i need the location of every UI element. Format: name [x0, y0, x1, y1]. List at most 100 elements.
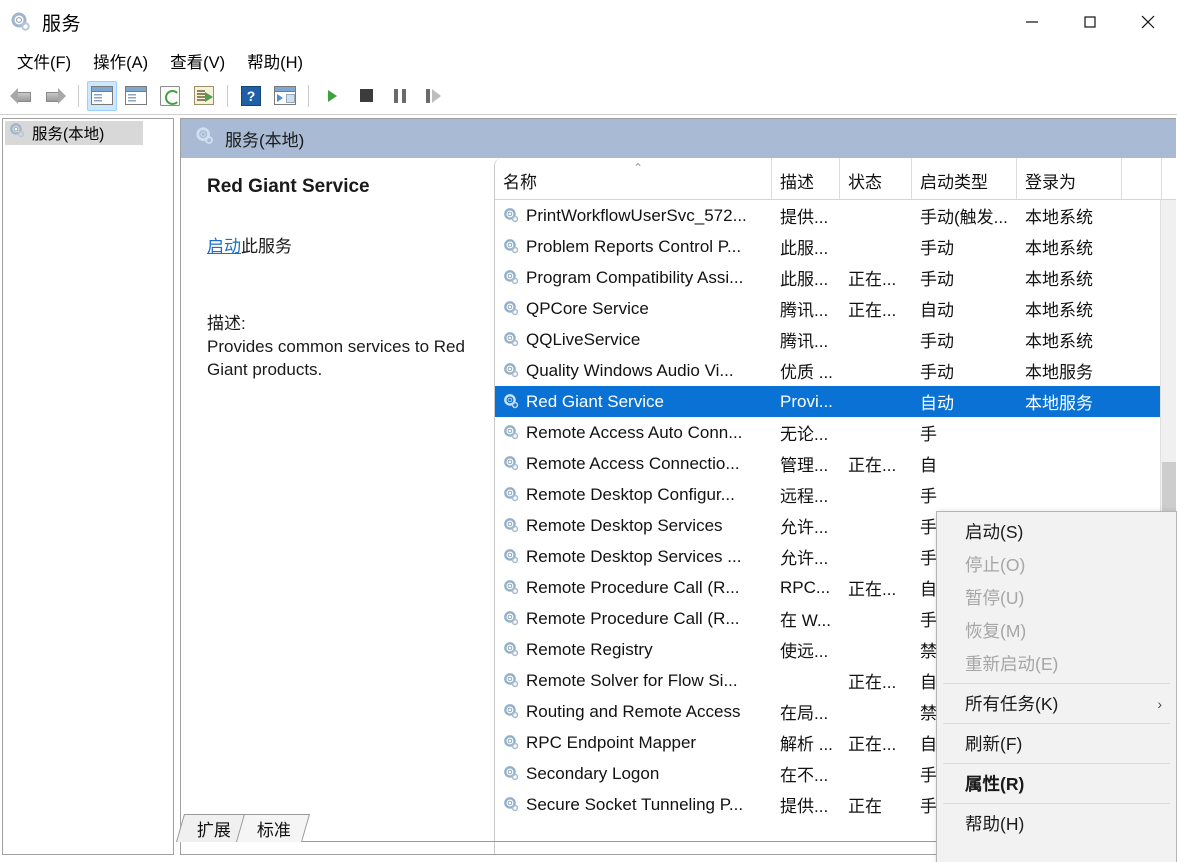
tab-standard[interactable]: 标准 — [235, 814, 311, 842]
ctx-all-tasks[interactable]: 所有任务(K) › — [937, 687, 1176, 720]
pause-icon — [394, 88, 406, 103]
detail-description-text: Provides common services to Red Giant pr… — [207, 337, 465, 379]
table-row[interactable]: Remote Access Connectio... 管理... 正在... 自 — [495, 448, 1176, 479]
ctx-refresh[interactable]: 刷新(F) — [937, 727, 1176, 760]
service-name-text: Remote Desktop Services ... — [526, 546, 742, 566]
restart-service-button[interactable] — [419, 81, 449, 111]
table-row[interactable]: Problem Reports Control P... 此服... 手动 本地… — [495, 231, 1176, 262]
service-gear-icon — [503, 579, 520, 596]
pause-service-button[interactable] — [385, 81, 415, 111]
service-gear-icon — [503, 455, 520, 472]
cell-status — [840, 231, 912, 262]
show-hide-action-pane-button[interactable] — [121, 81, 151, 111]
table-row[interactable]: Remote Access Auto Conn... 无论... 手 — [495, 417, 1176, 448]
cell-status — [840, 386, 912, 417]
table-row[interactable]: Program Compatibility Assi... 此服... 正在..… — [495, 262, 1176, 293]
cell-status — [840, 696, 912, 727]
service-gear-icon — [503, 548, 520, 565]
table-row[interactable]: Red Giant Service Provi... 自动 本地服务 — [495, 386, 1176, 417]
ctx-resume: 恢复(M) — [937, 614, 1176, 647]
step-forward-icon — [426, 88, 442, 103]
arrow-left-icon — [10, 87, 32, 104]
cell-service-name: Problem Reports Control P... — [495, 231, 772, 262]
cell-service-name: Remote Procedure Call (R... — [495, 572, 772, 603]
cell-startup-type: 手动 — [920, 270, 954, 289]
cell-log-on-as — [1017, 479, 1122, 510]
table-row[interactable]: PrintWorkflowUserSvc_572... 提供... 手动(触发.… — [495, 200, 1176, 231]
ctx-refresh-label: 刷新(F) — [965, 734, 1023, 754]
ctx-properties[interactable]: 属性(R) — [937, 767, 1176, 800]
services-gear-icon — [195, 126, 215, 151]
menu-action[interactable]: 操作(A) — [82, 46, 159, 76]
minimize-button[interactable] — [1003, 0, 1061, 44]
service-gear-icon — [503, 765, 520, 782]
help-button[interactable]: ? — [236, 81, 266, 111]
cell-status — [840, 479, 912, 510]
cell-service-name: Program Compatibility Assi... — [495, 262, 772, 293]
toolbar-separator — [227, 84, 228, 107]
cell-status — [840, 324, 912, 355]
cell-status — [840, 758, 912, 789]
cell-status — [840, 510, 912, 541]
cell-description: 提供... — [780, 208, 829, 227]
cell-log-on-as: 本地服务 — [1025, 394, 1093, 413]
cell-startup-type: 自动 — [920, 301, 954, 320]
service-name-text: Remote Procedure Call (R... — [526, 608, 740, 628]
start-service-button[interactable] — [317, 81, 347, 111]
menu-file[interactable]: 文件(F) — [6, 46, 82, 76]
maximize-button[interactable] — [1061, 0, 1119, 44]
column-status[interactable]: 状态 — [840, 158, 912, 199]
cell-service-name: QPCore Service — [495, 293, 772, 324]
ctx-help[interactable]: 帮助(H) — [937, 807, 1176, 840]
table-row[interactable]: QQLiveService 腾讯... 手动 本地系统 — [495, 324, 1176, 355]
column-startup-type[interactable]: 启动类型 — [912, 158, 1017, 199]
cell-startup-type: 自 — [920, 456, 937, 475]
cell-service-name: Red Giant Service — [495, 386, 772, 417]
context-menu: 启动(S) 停止(O) 暂停(U) 恢复(M) 重新启动(E) 所有任务(K) … — [936, 511, 1177, 862]
cell-log-on-as — [1017, 448, 1122, 479]
list-header: ⌃ 名称 描述 状态 启动类型 登录为 — [495, 158, 1176, 200]
cell-description: Provi... — [780, 391, 833, 411]
service-name-text: RPC Endpoint Mapper — [526, 732, 697, 752]
service-name-text: Program Compatibility Assi... — [526, 267, 744, 287]
export-list-button[interactable] — [189, 81, 219, 111]
back-button[interactable] — [6, 81, 36, 111]
stop-service-button[interactable] — [351, 81, 381, 111]
tab-standard-label: 标准 — [256, 821, 291, 840]
service-gear-icon — [503, 486, 520, 503]
cell-log-on-as: 本地系统 — [1025, 270, 1093, 289]
service-gear-icon — [503, 734, 520, 751]
start-service-link[interactable]: 启动 — [207, 237, 241, 256]
column-description[interactable]: 描述 — [772, 158, 840, 199]
title-bar: 服务 — [0, 0, 1177, 44]
cell-description: 解析 ... — [780, 735, 833, 754]
service-name-text: Remote Access Connectio... — [526, 453, 740, 473]
refresh-button[interactable] — [155, 81, 185, 111]
table-row[interactable]: Quality Windows Audio Vi... 优质 ... 手动 本地… — [495, 355, 1176, 386]
menu-help[interactable]: 帮助(H) — [236, 46, 314, 76]
column-spacer — [1122, 158, 1162, 199]
cell-log-on-as: 本地系统 — [1025, 208, 1093, 227]
show-hide-console-tree-button[interactable] — [87, 80, 117, 111]
console-tree-icon — [91, 86, 113, 105]
cell-service-name: Remote Solver for Flow Si... — [495, 665, 772, 696]
cell-description — [772, 665, 840, 696]
ctx-start[interactable]: 启动(S) — [937, 515, 1176, 548]
close-button[interactable] — [1119, 0, 1177, 44]
tree-node-services-local[interactable]: 服务(本地) — [5, 121, 143, 145]
cell-description: 管理... — [780, 456, 829, 475]
table-row[interactable]: QPCore Service 腾讯... 正在... 自动 本地系统 — [495, 293, 1176, 324]
cell-service-name: RPC Endpoint Mapper — [495, 727, 772, 758]
cell-status: 正在... — [848, 580, 897, 599]
ctx-start-label: 启动(S) — [965, 522, 1024, 542]
ctx-all-tasks-label: 所有任务(K) — [965, 694, 1059, 714]
forward-button[interactable] — [40, 81, 70, 111]
sort-ascending-icon: ⌃ — [633, 161, 644, 175]
properties-button[interactable] — [270, 81, 300, 111]
table-row[interactable]: Remote Desktop Configur... 远程... 手 — [495, 479, 1176, 510]
service-name-text: QQLiveService — [526, 329, 641, 349]
menu-view[interactable]: 查看(V) — [159, 46, 236, 76]
services-gear-icon — [10, 11, 32, 33]
service-gear-icon — [503, 207, 520, 224]
column-log-on-as[interactable]: 登录为 — [1017, 158, 1122, 199]
